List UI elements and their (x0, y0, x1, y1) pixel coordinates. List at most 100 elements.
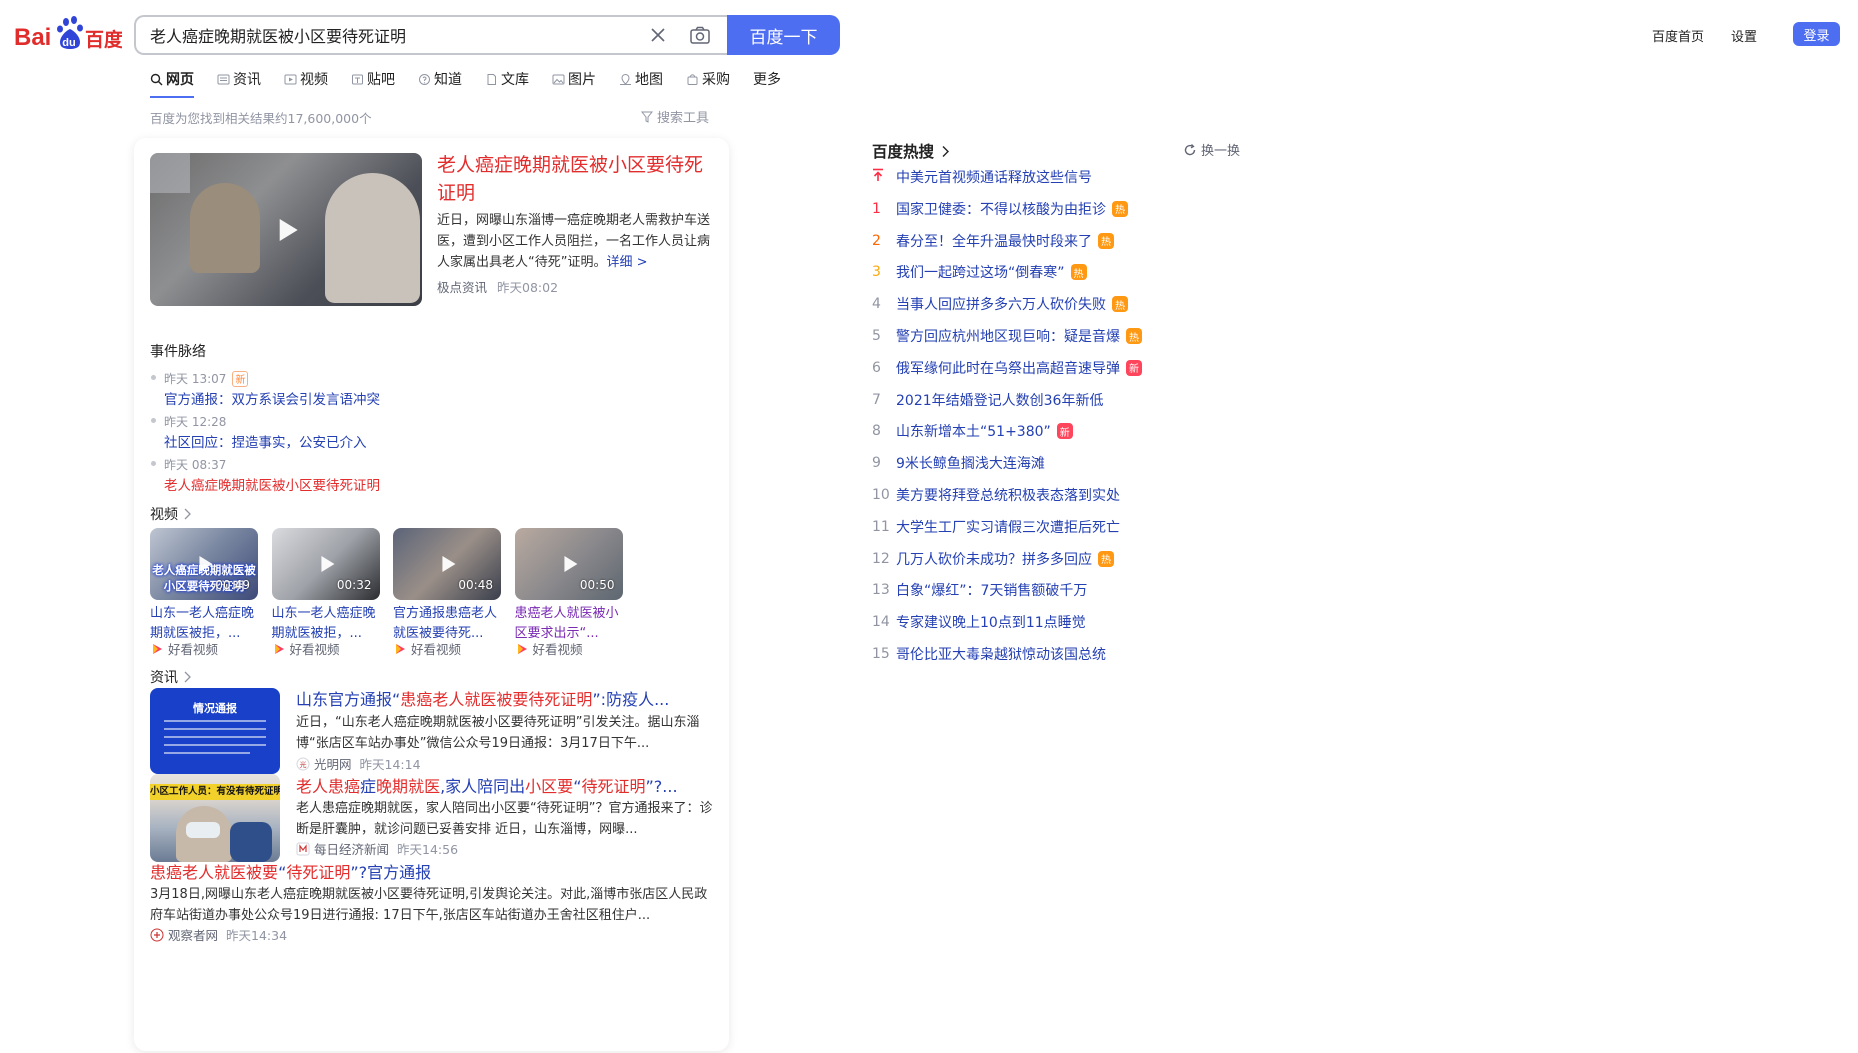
baidu-logo[interactable]: Bai du 百度 (14, 15, 124, 53)
video-title[interactable]: 山东一老人癌症晚期就医被拒，... (150, 604, 260, 644)
hot-search-item[interactable]: 8 山东新增本土“51+380” 新 (872, 421, 1073, 441)
video-source[interactable]: 好看视频 (150, 639, 218, 658)
hot-search-text: 专家建议晚上10点到11点睡觉 (896, 615, 1086, 632)
text-line (164, 752, 250, 754)
tab-label: 地图 (635, 72, 663, 88)
search-tools-button[interactable]: 搜索工具 (641, 107, 709, 126)
video-thumbnail[interactable]: 老人癌症晚期就医被小区要待死证明 00:49 (150, 528, 258, 600)
hot-search-item[interactable]: 10 美方要将拜登总统积极表态落到实处 (872, 485, 1120, 505)
news-source[interactable]: 观察者网 (168, 925, 218, 944)
news-title[interactable]: 老人患癌症晚期就医,家人陪同出小区要“待死证明”?... (296, 773, 678, 797)
hot-search-item[interactable]: 4 当事人回应拼多多六万人砍价失败热 (872, 294, 1128, 314)
hot-search-text: 美方要将拜登总统积极表态落到实处 (896, 488, 1120, 504)
top-video-thumbnail[interactable] (150, 153, 422, 306)
hot-search-item[interactable]: 中美元首视频通话释放这些信号 (872, 167, 1092, 187)
video-thumbnail[interactable]: 00:48 (393, 528, 501, 600)
tab-4[interactable]: 知道 (418, 68, 462, 90)
search-tools-label: 搜索工具 (657, 111, 710, 126)
hot-search-item[interactable]: 14 专家建议晚上10点到11点睡觉 (872, 612, 1086, 632)
video-source[interactable]: 好看视频 (393, 639, 461, 658)
guancha-logo-icon (150, 928, 164, 941)
search-box[interactable] (134, 15, 727, 55)
timeline-event-link[interactable]: 官方通报：双方系误会引发言语冲突 (164, 388, 380, 408)
video-icon (284, 74, 297, 84)
news-heading[interactable]: 资讯 (150, 667, 192, 687)
hot-search-item[interactable]: 3 我们一起跨过这场“倒春寒” 热 (872, 262, 1087, 282)
tab-6[interactable]: 图片 (552, 68, 596, 90)
mask-shape (186, 822, 220, 838)
hot-search-item[interactable]: 11 大学生工厂实习请假三次遭拒后死亡 (872, 517, 1120, 537)
news-source[interactable]: 光明网 (314, 754, 352, 773)
news-thumbnail[interactable]: 小区工作人员：有没有待死证明 (150, 774, 280, 862)
hot-search-item[interactable]: 6 俄军缘何此时在乌祭出高超音速导弹新 (872, 358, 1142, 378)
timeline-event-link[interactable]: 老人癌症晚期就医被小区要待死证明 (164, 474, 380, 494)
news-title[interactable]: 山东官方通报“患癌老人就医被要待死证明”:防疫人... (296, 686, 669, 710)
timeline-time: 昨天 08:37 (164, 456, 226, 473)
timeline-heading: 事件脉络 (150, 344, 206, 360)
news-title[interactable]: 患癌老人就医被要“待死证明”?官方通报 (150, 859, 431, 883)
hot-search-item[interactable]: 2 春分至！全年升温最快时段来了热 (872, 231, 1114, 251)
settings-link[interactable]: 设置 (1731, 26, 1757, 45)
hot-search-item[interactable]: 12 几万人砍价未成功？拼多多回应热 (872, 549, 1114, 569)
news-thumbnail[interactable]: 情况通报 (150, 688, 280, 774)
video-duration: 00:48 (458, 578, 493, 592)
hot-search-item[interactable]: 9 9米长鲸鱼搁浅大连海滩 (872, 453, 1045, 473)
hot-badge: 热 (1070, 264, 1087, 281)
image-icon (552, 74, 565, 84)
hot-rank: 2 (872, 232, 881, 249)
tab-label: 图片 (568, 72, 596, 88)
tab-3[interactable]: 贴吧 (351, 68, 395, 90)
tab-8[interactable]: 采购 (686, 68, 730, 90)
hot-badge: 热 (1098, 232, 1114, 249)
video-source[interactable]: 好看视频 (272, 639, 340, 658)
chevron-right-icon (184, 508, 191, 520)
tab-2[interactable]: 视频 (284, 68, 328, 90)
news-title-text: 患癌老人就医被要“待死证明”?官方通报 (150, 863, 432, 882)
top-result-title[interactable]: 老人癌症晚期就医被小区要待死证明 (437, 151, 717, 207)
hot-rank: 5 (872, 328, 881, 344)
tab-9[interactable]: 更多 (753, 68, 781, 90)
video-thumbnail[interactable]: 00:50 (514, 528, 623, 600)
news-time: 昨天14:34 (226, 928, 288, 943)
baidu-home-link[interactable]: 百度首页 (1652, 26, 1704, 45)
hot-search-text: 大学生工厂实习请假三次遭拒后死亡 (896, 519, 1120, 536)
video-title[interactable]: 官方通报患癌老人就医被要待死... (393, 604, 503, 644)
details-link[interactable]: 详细 > (606, 255, 647, 270)
hot-search-item[interactable]: 13 白象“爆红”：7天销售额破千万 (872, 580, 1087, 600)
video-title[interactable]: 山东一老人癌症晚期就医被拒，... (272, 604, 382, 644)
search-input[interactable] (150, 17, 630, 53)
news-aggregate-card: 老人癌症晚期就医被小区要待死证明 近日，网曝山东淄博一癌症晚期老人需救护车送医，… (134, 138, 729, 1051)
top-result-source[interactable]: 极点资讯 (437, 280, 487, 295)
timeline-event-link[interactable]: 社区回应：捏造事实，公安已介入 (164, 431, 367, 451)
camera-icon[interactable] (689, 24, 711, 46)
news-source[interactable]: 每日经济新闻 (314, 839, 389, 858)
hot-search-item[interactable]: 7 2021年结婚登记人数创36年新低 (872, 390, 1103, 410)
news-icon (217, 74, 230, 84)
video-source[interactable]: 好看视频 (515, 639, 583, 658)
tab-5[interactable]: 文库 (485, 68, 529, 90)
login-button[interactable]: 登录 (1793, 22, 1840, 46)
video-thumbnail[interactable]: 00:32 (271, 528, 380, 600)
tab-1[interactable]: 资讯 (217, 68, 261, 90)
clear-icon[interactable] (648, 25, 668, 45)
person-figure (230, 822, 272, 862)
tab-0[interactable]: 网页 (150, 68, 194, 98)
hot-search-text: 几万人砍价未成功？拼多多回应 (896, 551, 1092, 568)
hot-search-title[interactable]: 百度热搜 (872, 140, 950, 162)
tab-7[interactable]: 地图 (619, 68, 663, 90)
hot-search-text: 山东新增本土“51+380” (896, 424, 1051, 441)
timeline-time: 昨天 13:07 新 (164, 370, 249, 387)
hot-search-item[interactable]: 1 国家卫健委：不得以核酸为由拒诊热 (872, 199, 1128, 219)
videos-heading[interactable]: 视频 (150, 504, 192, 524)
guangming-logo-icon: 光 (296, 757, 310, 770)
top-result-snippet-text: 近日，网曝山东淄博一癌症晚期老人需救护车送医，遭到小区工作人员阻拦，一名工作人员… (437, 213, 711, 270)
hot-search-item[interactable]: 15 哥伦比亚大毒枭越狱惊动该国总统 (872, 644, 1106, 664)
search-button[interactable]: 百度一下 (727, 15, 840, 55)
hot-search-text: 警方回应杭州地区现巨响：疑是音爆 (896, 329, 1120, 345)
hot-rank: 12 (872, 550, 890, 567)
refresh-button[interactable]: 换一换 (1183, 140, 1240, 159)
hot-search-item[interactable]: 5 警方回应杭州地区现巨响：疑是音爆热 (872, 326, 1142, 346)
tab-label: 知道 (434, 72, 462, 88)
timeline-dot (151, 375, 156, 380)
video-title[interactable]: 患癌老人就医被小区要求出示“... (515, 604, 625, 644)
